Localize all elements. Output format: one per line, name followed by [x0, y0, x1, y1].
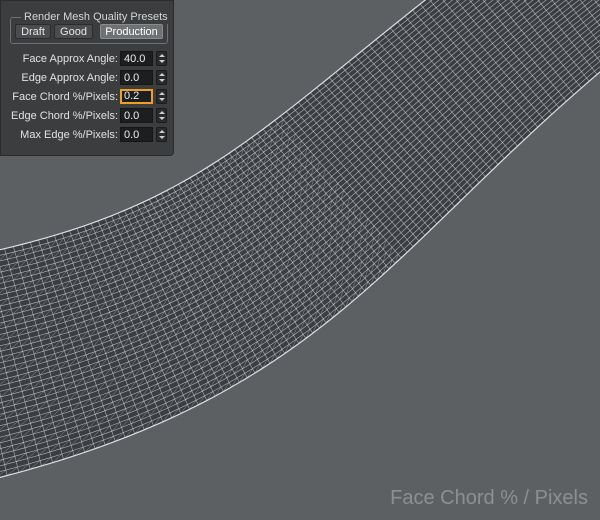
edge-approx-angle-row: Edge Approx Angle: 0.0 [1, 69, 175, 87]
presets-group: Render Mesh Quality Presets Draft Good P… [10, 10, 171, 44]
spin-down-icon[interactable] [159, 60, 165, 63]
edge-approx-angle-input[interactable]: 0.0 [120, 70, 153, 85]
render-mesh-quality-panel: Render Mesh Quality Presets Draft Good P… [0, 0, 174, 156]
face-approx-angle-input[interactable]: 40.0 [120, 51, 153, 66]
spin-up-icon[interactable] [159, 92, 165, 95]
spin-up-icon[interactable] [159, 130, 165, 133]
face-approx-angle-label: Face Approx Angle: [22, 53, 118, 65]
spin-down-icon[interactable] [159, 79, 165, 82]
face-chord-pixels-row: Face Chord %/Pixels: 0.2 [1, 88, 175, 106]
max-edge-pixels-label: Max Edge %/Pixels: [20, 129, 118, 141]
spin-down-icon[interactable] [159, 136, 165, 139]
edge-approx-angle-label: Edge Approx Angle: [21, 72, 118, 84]
preset-production-button[interactable]: Production [100, 24, 163, 39]
spin-up-icon[interactable] [159, 54, 165, 57]
preset-good-button[interactable]: Good [54, 24, 93, 39]
edge-chord-pixels-row: Edge Chord %/Pixels: 0.0 [1, 107, 175, 125]
face-chord-pixels-input[interactable]: 0.2 [120, 89, 153, 104]
spin-up-icon[interactable] [159, 111, 165, 114]
face-approx-angle-row: Face Approx Angle: 40.0 [1, 50, 175, 68]
viewport-caption: Face Chord % / Pixels [390, 487, 588, 509]
edge-chord-pixels-label: Edge Chord %/Pixels: [11, 110, 118, 122]
edge-chord-pixels-input[interactable]: 0.0 [120, 108, 153, 123]
face-approx-angle-spinner[interactable] [156, 51, 167, 66]
spin-down-icon[interactable] [159, 98, 165, 101]
spin-down-icon[interactable] [159, 117, 165, 120]
spin-up-icon[interactable] [159, 73, 165, 76]
preset-draft-button[interactable]: Draft [15, 24, 51, 39]
face-chord-pixels-label: Face Chord %/Pixels: [12, 91, 118, 103]
face-chord-pixels-spinner[interactable] [156, 89, 167, 104]
max-edge-pixels-input[interactable]: 0.0 [120, 127, 153, 142]
edge-approx-angle-spinner[interactable] [156, 70, 167, 85]
edge-chord-pixels-spinner[interactable] [156, 108, 167, 123]
presets-title: Render Mesh Quality Presets [21, 10, 171, 24]
max-edge-pixels-row: Max Edge %/Pixels: 0.0 [1, 126, 175, 144]
max-edge-pixels-spinner[interactable] [156, 127, 167, 142]
